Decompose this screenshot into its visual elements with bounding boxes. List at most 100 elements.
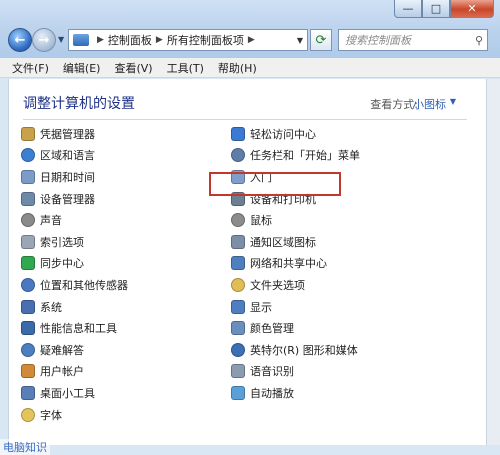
menu-view[interactable]: 查看(V): [114, 60, 152, 76]
control-panel-item[interactable]: 同步中心: [21, 253, 128, 275]
breadcrumb-separator-icon: ▶: [155, 35, 163, 45]
control-panel-item[interactable]: 通知区域图标: [231, 231, 360, 253]
control-panel-item[interactable]: 日期和时间: [21, 166, 128, 188]
control-panel-item[interactable]: 索引选项: [21, 231, 128, 253]
control-panel-item-icon: [231, 213, 245, 228]
control-panel-item[interactable]: 自动播放: [231, 382, 360, 404]
control-panel-item-icon: [21, 299, 35, 314]
breadcrumb-control-panel[interactable]: 控制面板: [108, 32, 152, 48]
control-panel-item-label: 声音: [40, 214, 62, 228]
page-title: 调整计算机的设置: [23, 96, 135, 112]
control-panel-item-label: 设备管理器: [40, 192, 95, 206]
divider: [23, 119, 467, 120]
maximize-button[interactable]: □: [422, 0, 450, 18]
control-panel-item[interactable]: 系统: [21, 296, 128, 318]
search-icon[interactable]: ⚲: [475, 34, 483, 47]
view-by-label: 查看方式:: [370, 98, 418, 111]
control-panel-item-label: 语音识别: [250, 365, 294, 379]
view-by-chevron-down-icon[interactable]: ▼: [450, 97, 456, 106]
control-panel-item-label: 凭据管理器: [40, 127, 95, 141]
control-panel-item[interactable]: 位置和其他传感器: [21, 274, 128, 296]
control-panel-item-label: 字体: [40, 408, 62, 422]
control-panel-item-label: 英特尔(R) 图形和媒体: [250, 343, 358, 357]
right-item-column: 轻松访问中心 任务栏和「开始」菜单 入门 设备和打印机 鼠标 通知区域图标 网络和共享中心文…: [231, 123, 360, 404]
left-item-column: 凭据管理器区域和语言日期和时间设备管理器声音索引选项 同步中心 位置和其他传感器系统…: [21, 123, 128, 425]
control-panel-item-icon: [21, 321, 35, 336]
minimize-button[interactable]: —: [394, 0, 422, 18]
menu-tools[interactable]: 工具(T): [167, 60, 204, 76]
refresh-icon: ⟳: [315, 32, 327, 48]
control-panel-item[interactable]: 任务栏和「开始」菜单: [231, 145, 360, 167]
control-panel-item-icon: [231, 277, 245, 292]
back-button[interactable]: ←: [8, 28, 32, 52]
control-panel-item[interactable]: 字体: [21, 404, 128, 426]
breadcrumb-separator-icon: ▶: [97, 35, 104, 45]
control-panel-item-icon: [21, 407, 35, 422]
control-panel-item-icon: [21, 191, 35, 206]
control-panel-item-label: 文件夹选项: [250, 278, 305, 292]
control-panel-item-label: 轻松访问中心: [250, 127, 316, 141]
control-panel-item[interactable]: 桌面小工具: [21, 382, 128, 404]
control-panel-item[interactable]: 疑难解答: [21, 339, 128, 361]
control-panel-item[interactable]: 语音识别: [231, 361, 360, 383]
menu-edit[interactable]: 编辑(E): [63, 60, 101, 76]
vertical-scrollbar[interactable]: [486, 79, 500, 445]
control-panel-item-icon: [231, 342, 245, 357]
control-panel-item[interactable]: 英特尔(R) 图形和媒体: [231, 339, 360, 361]
recent-pages-chevron-icon[interactable]: ▼: [58, 35, 64, 44]
menu-bar: 文件(F) 编辑(E) 查看(V) 工具(T) 帮助(H): [0, 58, 500, 78]
control-panel-item[interactable]: 凭据管理器: [21, 123, 128, 145]
search-input[interactable]: 搜索控制面板 ⚲: [338, 29, 488, 51]
control-panel-item-label: 通知区域图标: [250, 235, 316, 249]
control-panel-item-icon: [21, 126, 35, 141]
control-panel-item[interactable]: 鼠标: [231, 209, 360, 231]
control-panel-item-label: 区域和语言: [40, 149, 95, 163]
control-panel-item[interactable]: 声音: [21, 209, 128, 231]
control-panel-item-label: 用户帐户: [40, 365, 84, 379]
watermark: 电脑知识: [0, 439, 50, 455]
control-panel-item-icon: [21, 213, 35, 228]
control-panel-item-icon: [231, 385, 245, 400]
close-button[interactable]: ✕: [450, 0, 494, 18]
control-panel-item-label: 鼠标: [250, 214, 272, 228]
forward-button[interactable]: →: [32, 28, 56, 52]
window-controls: — □ ✕: [394, 0, 494, 18]
control-panel-item[interactable]: 轻松访问中心: [231, 123, 360, 145]
control-panel-item-icon: [21, 148, 35, 163]
control-panel-item-icon: [21, 364, 35, 379]
control-panel-item[interactable]: 性能信息和工具: [21, 317, 128, 339]
menu-help[interactable]: 帮助(H): [218, 60, 257, 76]
control-panel-item-icon: [21, 169, 35, 184]
address-dropdown-chevron-icon[interactable]: ▼: [297, 36, 303, 45]
control-panel-item-icon: [21, 385, 35, 400]
refresh-button[interactable]: ⟳: [310, 29, 332, 51]
control-panel-item-label: 桌面小工具: [40, 386, 95, 400]
control-panel-item-icon: [231, 126, 245, 141]
control-panel-item[interactable]: 设备管理器: [21, 188, 128, 210]
title-bar: — □ ✕ ← → ▼ ▶ 控制面板 ▶ 所有控制面板项 ▶ ▼ ⟳ 搜索控制面…: [0, 0, 500, 58]
control-panel-item-icon: [21, 342, 35, 357]
control-panel-item[interactable]: 用户帐户: [21, 361, 128, 383]
control-panel-item[interactable]: 网络和共享中心: [231, 253, 360, 275]
control-panel-item-label: 自动播放: [250, 386, 294, 400]
address-bar[interactable]: ▶ 控制面板 ▶ 所有控制面板项 ▶ ▼: [68, 29, 308, 51]
control-panel-item-icon: [21, 277, 35, 292]
control-panel-item-icon: [21, 234, 35, 249]
control-panel-item[interactable]: 颜色管理: [231, 317, 360, 339]
search-placeholder: 搜索控制面板: [345, 34, 411, 47]
control-panel-item-label: 任务栏和「开始」菜单: [250, 149, 360, 163]
control-panel-item-label: 性能信息和工具: [40, 322, 117, 336]
control-panel-item[interactable]: 区域和语言: [21, 145, 128, 167]
menu-file[interactable]: 文件(F): [12, 60, 49, 76]
control-panel-item-label: 显示: [250, 300, 272, 314]
breadcrumb-separator-icon: ▶: [247, 35, 255, 45]
breadcrumb-all-items[interactable]: 所有控制面板项: [167, 32, 244, 48]
view-by-dropdown[interactable]: 小图标: [413, 96, 446, 112]
control-panel-item-icon: [231, 256, 245, 271]
control-panel-item-label: 颜色管理: [250, 322, 294, 336]
control-panel-item-label: 疑难解答: [40, 343, 84, 357]
control-panel-item[interactable]: 显示: [231, 296, 360, 318]
control-panel-content: 调整计算机的设置 查看方式: 小图标 ▼ 凭据管理器区域和语言日期和时间设备管理…: [8, 79, 486, 445]
control-panel-item-label: 系统: [40, 300, 62, 314]
control-panel-item[interactable]: 文件夹选项: [231, 274, 360, 296]
